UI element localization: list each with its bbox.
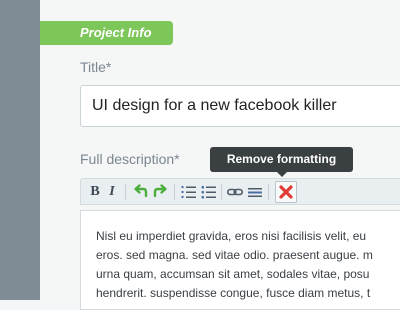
description-label: Full description* xyxy=(80,151,180,167)
editor-toolbar: B I xyxy=(80,178,400,205)
ordered-list-button[interactable] xyxy=(181,183,197,201)
description-editor[interactable]: Nisl eu imperdiet gravida, eros nisi fac… xyxy=(80,210,400,310)
undo-icon xyxy=(134,184,148,198)
horizontal-rule-icon xyxy=(248,188,262,197)
toolbar-divider xyxy=(174,184,175,200)
editor-text-line: Nisl eu imperdiet gravida, eros nisi fac… xyxy=(96,229,367,243)
remove-formatting-button[interactable] xyxy=(275,181,297,203)
link-button[interactable] xyxy=(227,183,243,201)
unordered-list-icon xyxy=(201,185,216,199)
tooltip-arrow xyxy=(277,172,287,177)
undo-button[interactable] xyxy=(133,183,149,201)
editor-text-line: eros. sed magna. sed vitae odio. praesen… xyxy=(96,248,373,262)
left-rail xyxy=(0,0,40,300)
title-input[interactable] xyxy=(80,85,400,127)
redo-icon xyxy=(153,184,167,198)
ordered-list-icon xyxy=(181,186,196,198)
link-icon xyxy=(227,188,243,196)
title-label: Title* xyxy=(80,59,112,75)
toolbar-divider xyxy=(268,184,269,200)
horizontal-rule-button[interactable] xyxy=(247,183,263,201)
italic-button[interactable]: I xyxy=(107,183,117,201)
redo-button[interactable] xyxy=(152,183,168,201)
section-tab-project-info: Project Info xyxy=(40,21,173,45)
editor-text-line: urna quam, accumsan sit amet, sodales vi… xyxy=(96,267,370,281)
toolbar-divider xyxy=(125,184,126,200)
remove-formatting-icon xyxy=(279,185,293,199)
bold-button[interactable]: B xyxy=(89,183,101,201)
editor-text-line: hendrerit. suspendisse congue, fusce dia… xyxy=(96,286,371,300)
unordered-list-button[interactable] xyxy=(201,183,217,201)
remove-formatting-tooltip: Remove formatting xyxy=(210,147,353,172)
toolbar-divider xyxy=(221,184,222,200)
